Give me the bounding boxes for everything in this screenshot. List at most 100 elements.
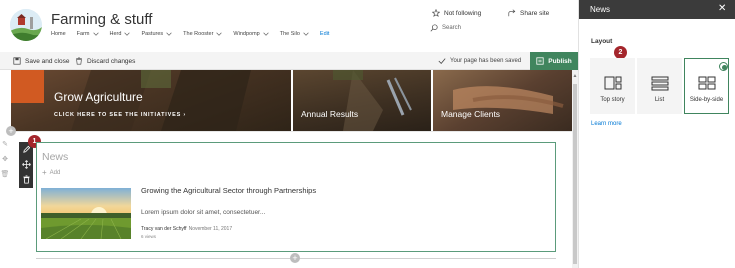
close-icon[interactable]: ✕ bbox=[718, 3, 726, 14]
hero-clients-image bbox=[453, 86, 564, 114]
chevron-down-icon bbox=[263, 32, 269, 36]
share-label: Share site bbox=[520, 9, 550, 17]
site-logo[interactable] bbox=[10, 9, 42, 41]
nav-label: Pastures bbox=[141, 31, 164, 37]
news-item-excerpt: Lorem ipsum dolor sit amet, consectetuer… bbox=[141, 209, 266, 216]
search-placeholder: Search bbox=[442, 25, 462, 31]
nav-label: Herd bbox=[109, 31, 122, 37]
hero-main-image bbox=[71, 70, 251, 131]
chevron-down-icon bbox=[92, 32, 99, 36]
share-icon bbox=[508, 9, 516, 17]
checkmark-icon bbox=[438, 58, 446, 64]
nav-item-windpomp[interactable]: Windpomp bbox=[233, 31, 269, 37]
layout-option-side-by-side[interactable]: Side-by-side bbox=[684, 58, 729, 114]
list-layout-icon bbox=[651, 76, 669, 91]
star-icon bbox=[432, 9, 440, 17]
sunset-field-image bbox=[41, 188, 131, 239]
nav-label: Home bbox=[51, 31, 66, 37]
hero-webpart: Grow Agriculture CLICK HERE TO SEE THE I… bbox=[11, 70, 573, 131]
add-news-label: Add bbox=[49, 169, 61, 176]
nav-item-home[interactable]: Home bbox=[51, 31, 66, 37]
hero-accent-block bbox=[11, 70, 44, 103]
add-news-button[interactable]: + Add bbox=[42, 168, 60, 177]
hero-main-title: Grow Agriculture bbox=[54, 90, 143, 104]
publish-icon bbox=[536, 57, 544, 65]
side-by-side-layout-icon bbox=[698, 76, 716, 90]
nav-label: The Rooster bbox=[183, 31, 214, 37]
plus-icon: + bbox=[8, 126, 14, 136]
layout-option-label: Top story bbox=[600, 97, 625, 103]
news-item-views: 6 views bbox=[141, 234, 157, 239]
pencil-icon bbox=[22, 145, 30, 153]
news-item-meta: Tracy van der Schyff November 11, 2017 bbox=[141, 226, 232, 232]
share-site-button[interactable]: Share site bbox=[508, 9, 549, 17]
news-item-author[interactable]: Tracy van der Schyff bbox=[141, 226, 187, 232]
layout-section-label: Layout bbox=[591, 38, 613, 45]
hero-tile-grow-agriculture[interactable]: Grow Agriculture CLICK HERE TO SEE THE I… bbox=[11, 70, 291, 131]
section-divider bbox=[16, 131, 572, 132]
save-and-close-button[interactable]: Save and close bbox=[13, 52, 69, 70]
discard-changes-label: Discard changes bbox=[87, 57, 136, 65]
learn-more-link[interactable]: Learn more bbox=[591, 121, 622, 127]
nav-label: The Silo bbox=[279, 31, 300, 37]
follow-button[interactable]: Not following bbox=[432, 9, 481, 17]
plus-icon: + bbox=[292, 253, 298, 263]
nav-label: Edit bbox=[319, 31, 330, 37]
chevron-down-icon bbox=[166, 32, 172, 36]
save-icon bbox=[13, 57, 21, 65]
news-webpart-title[interactable]: News bbox=[42, 151, 68, 163]
publish-label: Publish bbox=[548, 57, 572, 65]
discard-changes-button[interactable]: Discard changes bbox=[75, 52, 135, 70]
hero-main-cta[interactable]: CLICK HERE TO SEE THE INITIATIVES › bbox=[54, 112, 186, 118]
nav-label: Windpomp bbox=[233, 31, 260, 37]
hero-tile-manage-clients[interactable]: Manage Clients bbox=[433, 70, 573, 131]
trash-icon bbox=[22, 175, 30, 184]
nav-item-the-rooster[interactable]: The Rooster bbox=[183, 31, 223, 37]
follow-label: Not following bbox=[444, 9, 482, 17]
discard-icon bbox=[76, 57, 82, 65]
hero-annual-image bbox=[333, 70, 412, 131]
chevron-down-icon bbox=[124, 32, 131, 36]
move-icon bbox=[21, 160, 31, 169]
chevron-down-icon bbox=[303, 32, 309, 36]
nav-item-herd[interactable]: Herd bbox=[110, 31, 131, 37]
chevron-right-icon: › bbox=[183, 112, 187, 118]
saved-status-text: Your page has been saved bbox=[450, 58, 522, 64]
section-tools: ✎ ✥ 🗑 bbox=[0, 140, 10, 185]
hero-tile-annual-results[interactable]: Annual Results bbox=[293, 70, 431, 131]
hero-tile-label: Annual Results bbox=[301, 109, 359, 119]
news-webpart[interactable]: News + Add Growing the Agricultural Sect… bbox=[36, 142, 556, 252]
news-item-headline[interactable]: Growing the Agricultural Sector through … bbox=[141, 186, 321, 196]
nav-item-the-silo[interactable]: The Silo bbox=[280, 31, 309, 37]
layout-option-top-story[interactable]: Top story bbox=[590, 58, 635, 114]
hero-tile-label: Manage Clients bbox=[441, 109, 501, 119]
hero-cta-text: CLICK HERE TO SEE THE INITIATIVES bbox=[54, 112, 182, 118]
layout-option-list[interactable]: List bbox=[637, 58, 682, 114]
scroll-thumb[interactable] bbox=[573, 84, 577, 264]
property-pane: News ✕ 2 Layout Top story List Side-by-s… bbox=[578, 0, 735, 268]
nav-edit-link[interactable]: Edit bbox=[320, 31, 329, 37]
search-icon bbox=[430, 24, 438, 32]
move-webpart-button[interactable] bbox=[19, 158, 33, 172]
nav-item-farm[interactable]: Farm bbox=[77, 31, 99, 37]
layout-option-label: List bbox=[654, 97, 665, 103]
saved-status: Your page has been saved bbox=[438, 52, 521, 70]
site-header: Farming & stuff Home Farm Herd Pastures … bbox=[0, 0, 578, 52]
move-section-icon[interactable]: ✥ bbox=[0, 155, 10, 165]
site-navigation: Home Farm Herd Pastures The Rooster Wind… bbox=[51, 31, 340, 37]
site-title[interactable]: Farming & stuff bbox=[51, 11, 152, 28]
news-item-thumbnail[interactable] bbox=[41, 188, 131, 239]
property-pane-title: News bbox=[590, 5, 611, 14]
edit-section-icon[interactable]: ✎ bbox=[0, 140, 10, 150]
page-root: Farming & stuff Home Farm Herd Pastures … bbox=[0, 0, 735, 268]
property-pane-header: News ✕ bbox=[579, 0, 735, 19]
add-section-button[interactable]: + bbox=[6, 126, 16, 136]
chevron-down-icon bbox=[216, 32, 223, 36]
search-box[interactable]: Search bbox=[426, 21, 562, 35]
delete-section-icon[interactable]: 🗑 bbox=[0, 170, 10, 180]
nav-item-pastures[interactable]: Pastures bbox=[141, 31, 172, 37]
add-section-button[interactable]: + bbox=[290, 253, 300, 263]
publish-button[interactable]: Publish bbox=[530, 52, 578, 70]
plus-icon: + bbox=[42, 168, 47, 177]
delete-webpart-button[interactable] bbox=[19, 173, 33, 187]
